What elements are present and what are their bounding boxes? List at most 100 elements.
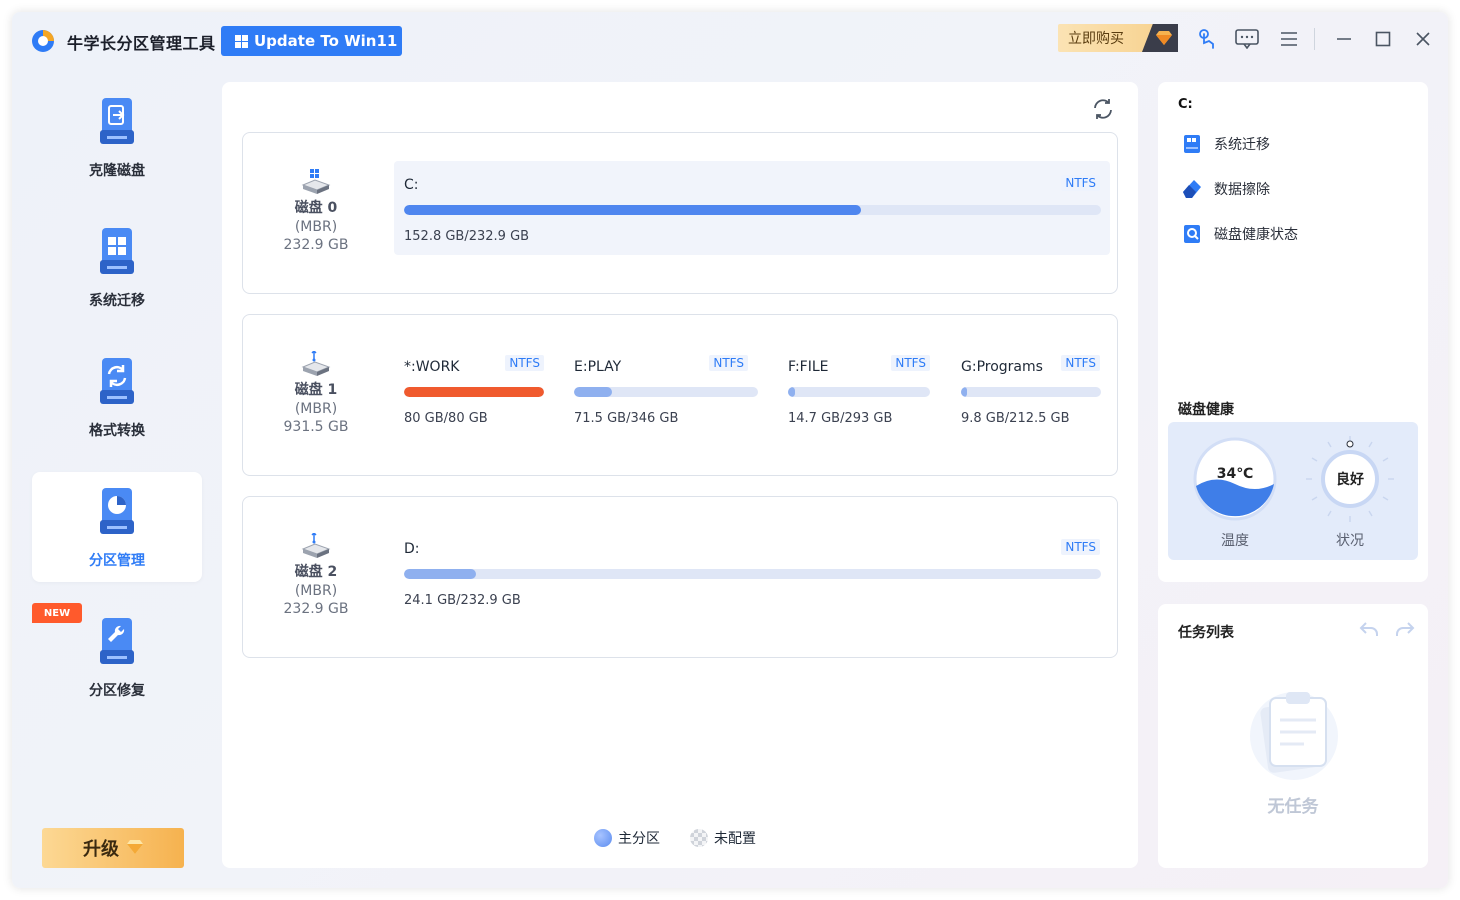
- minimize-icon[interactable]: [1331, 26, 1357, 52]
- partition-play[interactable]: E:PLAY NTFS 71.5 GB/346 GB: [564, 343, 758, 437]
- filesystem-badge: NTFS: [1061, 539, 1100, 555]
- temperature-label: 温度: [1221, 533, 1249, 549]
- status-label: 状况: [1336, 533, 1364, 549]
- app-logo: [31, 29, 55, 53]
- system-migrate-icon: [1182, 134, 1202, 154]
- sidebar-item-partition-manage[interactable]: 分区管理: [32, 472, 202, 582]
- sidebar-item-clone-disk[interactable]: 克隆磁盘: [32, 82, 202, 192]
- filesystem-badge: NTFS: [505, 355, 544, 371]
- action-disk-health[interactable]: 磁盘健康状态: [1182, 222, 1298, 246]
- legend-unallocated: 未配置: [690, 828, 756, 848]
- upgrade-button[interactable]: 升级: [42, 828, 184, 868]
- disk-info: 磁盘 2 (MBR) 232.9 GB: [261, 531, 371, 617]
- temperature-gauge: 34℃: [1190, 434, 1280, 524]
- sidebar-item-format-convert[interactable]: 格式转换: [32, 342, 202, 452]
- touch-icon[interactable]: [1194, 26, 1220, 52]
- disk-name: 磁盘 1: [294, 382, 338, 398]
- buy-now-button[interactable]: 立即购买: [1058, 24, 1178, 52]
- usage-bar: [404, 387, 544, 397]
- usage-bar: [574, 387, 758, 397]
- close-icon[interactable]: [1410, 26, 1436, 52]
- disk-info: 磁盘 1 (MBR) 931.5 GB: [261, 349, 371, 435]
- partition-legend: 主分区 未配置: [594, 828, 756, 848]
- windows-disk-icon: [301, 169, 331, 195]
- partition-usage: 9.8 GB/212.5 GB: [961, 411, 1070, 426]
- legend-primary: 主分区: [594, 828, 660, 848]
- filesystem-badge: NTFS: [1061, 175, 1100, 191]
- sidebar-label: 克隆磁盘: [89, 163, 145, 179]
- disk-health-icon: [1182, 224, 1202, 244]
- filesystem-badge: NTFS: [709, 355, 748, 371]
- disk-health-title: 磁盘健康: [1178, 402, 1234, 418]
- eraser-icon: [1182, 179, 1202, 199]
- disk-type: (MBR): [294, 401, 338, 417]
- unallocated-swatch: [690, 829, 708, 847]
- windows-icon: [235, 34, 248, 48]
- menu-icon[interactable]: [1276, 26, 1302, 52]
- partition-usage: 71.5 GB/346 GB: [574, 411, 679, 426]
- usage-fill: [961, 387, 968, 397]
- filesystem-badge: NTFS: [891, 355, 930, 371]
- usage-bar: [404, 205, 1101, 215]
- partition-d[interactable]: D: NTFS 24.1 GB/232.9 GB: [394, 525, 1110, 619]
- partition-file[interactable]: F:FILE NTFS 14.7 GB/293 GB: [778, 343, 930, 437]
- upgrade-label: 升级: [83, 839, 119, 860]
- partition-work[interactable]: *:WORK NTFS 80 GB/80 GB: [394, 343, 554, 437]
- refresh-icon[interactable]: [1090, 96, 1116, 122]
- clone-disk-icon: [97, 96, 137, 150]
- temperature-value: 34℃: [1216, 466, 1254, 482]
- usage-bar: [961, 387, 1101, 397]
- sidebar-item-system-migrate[interactable]: 系统迁移: [32, 212, 202, 322]
- maximize-icon[interactable]: [1370, 26, 1396, 52]
- app-title: 牛学长分区管理工具: [67, 34, 216, 53]
- sidebar-item-partition-repair[interactable]: 分区修复: [32, 602, 202, 712]
- usage-fill: [574, 387, 613, 397]
- partition-manage-icon: [97, 486, 137, 540]
- partition-name: G:Programs: [961, 359, 1043, 375]
- disk-name: 磁盘 2: [294, 564, 338, 580]
- partition-name: *:WORK: [404, 359, 460, 375]
- task-list-title: 任务列表: [1178, 625, 1234, 641]
- sidebar-label: 系统迁移: [89, 293, 145, 309]
- undo-icon[interactable]: [1358, 618, 1380, 640]
- format-convert-icon: [97, 356, 137, 410]
- disk-health-box: 34℃ 温度 良好 状况: [1168, 422, 1418, 560]
- legend-unallocated-label: 未配置: [714, 831, 756, 847]
- usage-fill: [404, 387, 544, 397]
- empty-clipboard-icon: [1244, 680, 1344, 780]
- disk-size: 232.9 GB: [283, 601, 349, 617]
- disk-card: 磁盘 0 (MBR) 232.9 GB C: NTFS 152.8 GB/232…: [242, 132, 1118, 294]
- task-list-panel: 任务列表 无任务: [1158, 604, 1428, 868]
- disk-size: 232.9 GB: [283, 237, 349, 253]
- disk-name: 磁盘 0: [294, 200, 338, 216]
- selected-partition-title: C:: [1178, 97, 1193, 112]
- partition-usage: 80 GB/80 GB: [404, 411, 488, 426]
- partition-name: D:: [404, 541, 420, 557]
- update-to-win11-button[interactable]: Update To Win11: [221, 26, 402, 56]
- partition-repair-icon: [97, 616, 137, 670]
- partition-programs[interactable]: G:Programs NTFS 9.8 GB/212.5 GB: [951, 343, 1110, 437]
- feedback-icon[interactable]: [1234, 26, 1260, 52]
- disk-card: 磁盘 2 (MBR) 232.9 GB D: NTFS 24.1 GB/232.…: [242, 496, 1118, 658]
- usb-disk-icon: [301, 531, 331, 559]
- disk-type: (MBR): [294, 583, 338, 599]
- redo-icon[interactable]: [1394, 618, 1416, 640]
- sidebar-label: 分区管理: [89, 553, 145, 569]
- partition-usage: 152.8 GB/232.9 GB: [404, 229, 530, 244]
- action-system-migrate[interactable]: 系统迁移: [1182, 132, 1270, 156]
- disk-info: 磁盘 0 (MBR) 232.9 GB: [261, 169, 371, 253]
- status-gauge: 良好: [1304, 434, 1396, 524]
- usage-fill: [404, 569, 476, 579]
- usage-bar: [788, 387, 930, 397]
- filesystem-badge: NTFS: [1061, 355, 1100, 371]
- legend-primary-label: 主分区: [618, 831, 660, 847]
- partition-name: E:PLAY: [574, 359, 622, 375]
- partition-usage: 14.7 GB/293 GB: [788, 411, 893, 426]
- partition-name: F:FILE: [788, 359, 829, 375]
- partition-c[interactable]: C: NTFS 152.8 GB/232.9 GB: [394, 161, 1110, 255]
- diamond-icon: [1142, 24, 1178, 52]
- sidebar-label: 分区修复: [89, 683, 145, 699]
- partition-name: C:: [404, 177, 419, 193]
- action-data-erase[interactable]: 数据擦除: [1182, 177, 1270, 201]
- titlebar-divider: [1314, 28, 1315, 50]
